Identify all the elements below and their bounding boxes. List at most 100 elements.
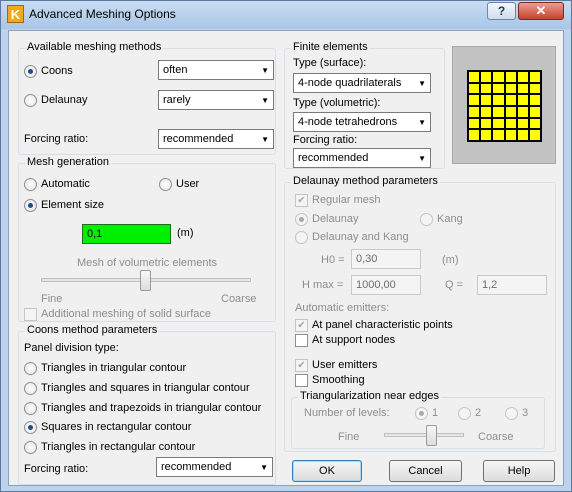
support-nodes-label: At support nodes: [312, 334, 396, 346]
select-value: 4-node tetrahedrons: [298, 116, 398, 128]
group-title: Coons method parameters: [25, 324, 160, 336]
division-option-label: Squares in rectangular contour: [41, 421, 192, 433]
h0-label: H0 =: [321, 254, 345, 266]
automatic-emitters-label: Automatic emitters:: [295, 302, 390, 314]
coarse-label: Coarse: [221, 293, 257, 305]
hmax-label: H max =: [302, 279, 344, 291]
division-option-radio[interactable]: [24, 441, 37, 454]
cancel-button[interactable]: Cancel: [389, 460, 462, 482]
coons-forcing-label: Forcing ratio:: [24, 463, 89, 475]
panel-points-checkbox[interactable]: ✔: [295, 319, 308, 332]
level-1-radio[interactable]: [415, 407, 428, 420]
additional-meshing-label: Additional meshing of solid surface: [41, 308, 211, 320]
levels-label: Number of levels:: [304, 407, 390, 419]
forcing-ratio-select[interactable]: recommended ▼: [158, 129, 274, 149]
coons-parameters-group: Coons method parameters Panel division t…: [18, 324, 276, 485]
volumetric-mesh-label: Mesh of volumetric elements: [77, 257, 217, 269]
user-emitters-label: User emitters: [312, 359, 378, 371]
division-option-radio[interactable]: [24, 382, 37, 395]
fe-forcing-select[interactable]: recommended ▼: [293, 148, 431, 168]
group-title: Available meshing methods: [25, 41, 164, 53]
edge-slider-track[interactable]: [384, 433, 464, 437]
coons-frequency-select[interactable]: often ▼: [158, 60, 274, 80]
smoothing-checkbox[interactable]: [295, 374, 308, 387]
support-nodes-checkbox[interactable]: [295, 334, 308, 347]
mesh-generation-group: Mesh generation Automatic User Element s…: [18, 156, 276, 322]
volumetric-type-select[interactable]: 4-node tetrahedrons ▼: [293, 112, 431, 132]
mesh-preview: [452, 46, 556, 164]
surface-type-select[interactable]: 4-node quadrilaterals ▼: [293, 73, 431, 93]
element-size-input[interactable]: 0,1: [82, 224, 171, 244]
division-option-label: Triangles in triangular contour: [41, 362, 187, 374]
level-2-radio[interactable]: [458, 407, 471, 420]
automatic-radio[interactable]: [24, 178, 37, 191]
user-label: User: [176, 178, 200, 190]
close-button[interactable]: ✕: [518, 2, 564, 20]
triangularization-group: Triangularization near edges Number of l…: [291, 390, 545, 449]
help-button[interactable]: Help: [483, 460, 555, 482]
division-option-label: Triangles and trapezoids in triangular c…: [41, 402, 262, 414]
mesh-preview-grid: [467, 70, 542, 142]
division-option-radio[interactable]: [24, 402, 37, 415]
panel-points-label: At panel characteristic points: [312, 319, 453, 331]
hmax-input[interactable]: 1000,00: [351, 275, 421, 295]
ok-button[interactable]: OK: [292, 460, 362, 482]
select-value: 4-node quadrilaterals: [298, 77, 402, 89]
q-label: Q =: [445, 279, 464, 291]
delaunay-parameters-group: Delaunay method parameters ✔ Regular mes…: [284, 175, 556, 452]
h0-input[interactable]: 0,30: [351, 249, 421, 269]
coons-label: Coons: [41, 65, 73, 77]
element-size-label: Element size: [41, 199, 104, 211]
group-title: Mesh generation: [25, 156, 111, 168]
level-1-label: 1: [432, 407, 439, 419]
select-value: often: [163, 64, 188, 76]
kang-label: Kang: [437, 213, 463, 225]
kang-radio[interactable]: [420, 213, 433, 226]
h0-unit: (m): [442, 254, 459, 266]
select-value: recommended: [298, 152, 369, 164]
level-3-label: 3: [522, 407, 529, 419]
chevron-down-icon: ▼: [418, 154, 426, 163]
chevron-down-icon: ▼: [418, 79, 426, 88]
volumetric-slider-thumb[interactable]: [140, 270, 151, 291]
division-option-radio[interactable]: [24, 421, 37, 434]
chevron-down-icon: ▼: [261, 96, 269, 105]
volumetric-type-label: Type (volumetric):: [293, 97, 381, 109]
delaunay-kang-radio[interactable]: [295, 231, 308, 244]
chevron-down-icon: ▼: [418, 118, 426, 127]
smoothing-label: Smoothing: [312, 374, 365, 386]
panel-division-label: Panel division type:: [24, 342, 119, 354]
additional-meshing-checkbox[interactable]: [24, 308, 37, 321]
regular-mesh-label: Regular mesh: [312, 194, 381, 206]
coons-radio[interactable]: [24, 65, 37, 78]
user-radio[interactable]: [159, 178, 172, 191]
group-title: Delaunay method parameters: [291, 175, 440, 187]
delaunay-label: Delaunay: [41, 94, 88, 106]
edge-fine-label: Fine: [338, 431, 360, 443]
meshing-methods-group: Available meshing methods Coons often ▼ D…: [18, 41, 276, 155]
finite-elements-group: Finite elements Type (surface): 4-node q…: [284, 41, 445, 169]
edge-slider-thumb[interactable]: [426, 425, 437, 446]
user-emitters-checkbox[interactable]: ✔: [295, 359, 308, 372]
group-title: Triangularization near edges: [298, 390, 442, 402]
delaunay-radio[interactable]: [24, 94, 37, 107]
division-option-radio[interactable]: [24, 362, 37, 375]
title-bar: K Advanced Meshing Options ? ✕: [1, 1, 571, 29]
edge-coarse-label: Coarse: [478, 431, 514, 443]
coons-forcing-select[interactable]: recommended ▼: [156, 457, 273, 477]
level-2-label: 2: [475, 407, 482, 419]
delaunay-kang-label: Delaunay and Kang: [312, 231, 409, 243]
delaunay-method-radio[interactable]: [295, 213, 308, 226]
q-input[interactable]: 1,2: [477, 275, 547, 295]
level-3-radio[interactable]: [505, 407, 518, 420]
fe-forcing-label: Forcing ratio:: [293, 134, 358, 146]
element-size-radio[interactable]: [24, 199, 37, 212]
help-titlebar-button[interactable]: ?: [487, 2, 516, 20]
dialog-client: Available meshing methods Coons often ▼ D…: [8, 30, 564, 486]
delaunay-method-label: Delaunay: [312, 213, 359, 225]
delaunay-frequency-select[interactable]: rarely ▼: [158, 90, 274, 110]
automatic-label: Automatic: [41, 178, 90, 190]
regular-mesh-checkbox[interactable]: ✔: [295, 194, 308, 207]
dialog-window: K Advanced Meshing Options ? ✕ Available…: [0, 0, 572, 492]
element-size-unit: (m): [177, 227, 194, 239]
